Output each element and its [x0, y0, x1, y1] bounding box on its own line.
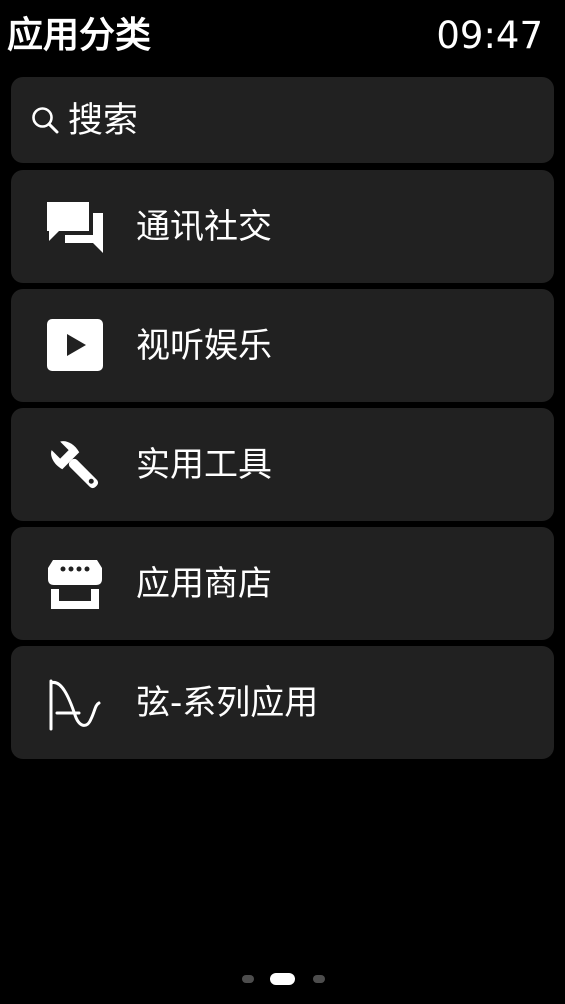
chat-bubbles-icon	[47, 202, 103, 253]
clock: 09:47	[436, 14, 543, 57]
status-header: 应用分类 09:47	[0, 0, 565, 74]
category-label: 弦-系列应用	[136, 683, 319, 723]
search-icon	[32, 107, 59, 134]
page-title: 应用分类	[7, 15, 152, 56]
category-store[interactable]: 应用商店	[11, 527, 554, 640]
store-icon	[48, 560, 102, 609]
wrench-icon	[51, 441, 99, 489]
category-label: 视听娱乐	[136, 326, 272, 366]
category-social[interactable]: 通讯社交	[11, 170, 554, 283]
search-label: 搜索	[68, 101, 139, 141]
play-icon	[47, 319, 103, 371]
category-tools[interactable]: 实用工具	[11, 408, 554, 521]
xian-logo-icon	[49, 679, 101, 731]
category-label: 实用工具	[136, 445, 272, 485]
category-media[interactable]: 视听娱乐	[11, 289, 554, 402]
page-dot	[242, 975, 254, 983]
category-label: 应用商店	[136, 564, 272, 604]
page-indicator	[0, 972, 565, 986]
category-xian-series[interactable]: 弦-系列应用	[11, 646, 554, 759]
category-label: 通讯社交	[136, 207, 272, 247]
page-dot-active	[270, 973, 295, 985]
page-dot	[313, 975, 325, 983]
